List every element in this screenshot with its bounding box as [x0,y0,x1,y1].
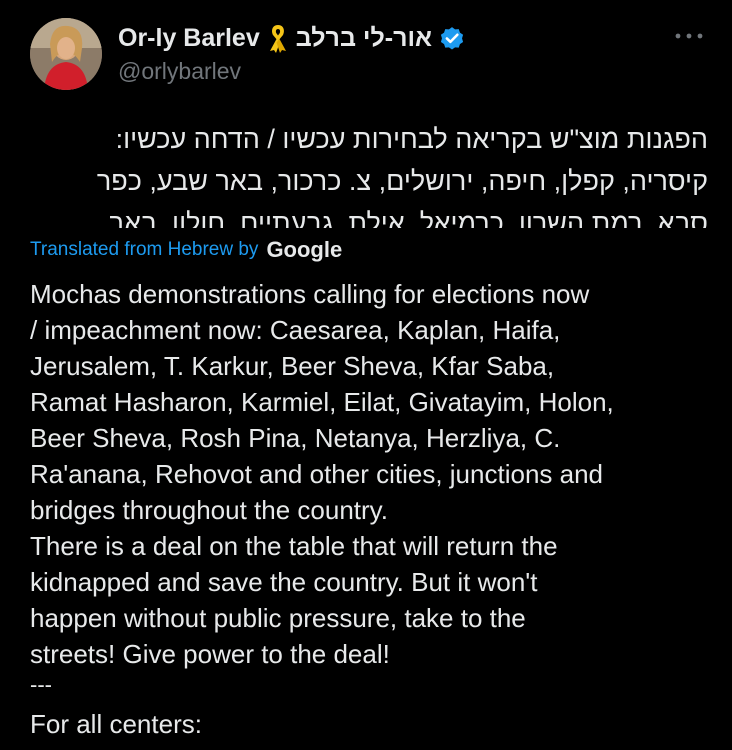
translated-from-label[interactable]: Translated from Hebrew by [30,239,258,261]
profile-photo [30,18,102,90]
translated-line: Mochas demonstrations calling for electi… [30,279,590,309]
author-name-row[interactable]: Or-ly Barlev אור-לי ברלב [118,20,466,56]
verified-badge-icon [438,24,466,52]
translated-text: Mochas demonstrations calling for electi… [30,276,720,672]
more-options-icon[interactable] [674,28,704,39]
translated-line: happen without public pressure, take to … [30,603,526,633]
text-separator: --- [30,672,52,697]
original-hebrew-text: הפגנות מוצ"ש בקריאה לבחירות עכשיו / הדחה… [20,118,708,228]
translated-line: There is a deal on the table that will r… [30,531,558,561]
hebrew-line: קיסריה, קפלן, חיפה, ירושלים, צ. כרכור, ב… [96,166,708,196]
hebrew-line: סבא, רמת השרון, כרמיאל, אילת, גבעתיים, ח… [109,208,708,228]
avatar[interactable] [30,18,102,90]
author-hebrew-name[interactable]: אור-לי ברלב [296,24,432,53]
yellow-ribbon-icon [268,23,288,53]
translated-line: bridges throughout the country. [30,495,388,525]
translated-line: Ramat Hasharon, Karmiel, Eilat, Givatayi… [30,387,614,417]
google-logo: Google [266,237,343,262]
hebrew-line: הפגנות מוצ"ש בקריאה לבחירות עכשיו / הדחה… [115,124,708,154]
translated-line: streets! Give power to the deal! [30,639,390,669]
translated-line: Beer Sheva, Rosh Pina, Netanya, Herzliya… [30,423,561,453]
tweet-header: Or-ly Barlev אור-לי ברלב @orlybarlev [0,0,732,100]
translated-line: Ra'anana, Rehovot and other cities, junc… [30,459,604,489]
translation-attribution[interactable]: Translated from Hebrew by Google [30,234,342,266]
translated-line: / impeachment now: Caesarea, Kaplan, Hai… [30,315,561,345]
centers-heading: For all centers: [30,709,202,739]
author-display-name[interactable]: Or-ly Barlev [118,24,260,53]
translated-line: kidnapped and save the country. But it w… [30,567,538,597]
translated-line: Jerusalem, T. Karkur, Beer Sheva, Kfar S… [30,351,555,381]
author-handle[interactable]: @orlybarlev [118,58,241,85]
